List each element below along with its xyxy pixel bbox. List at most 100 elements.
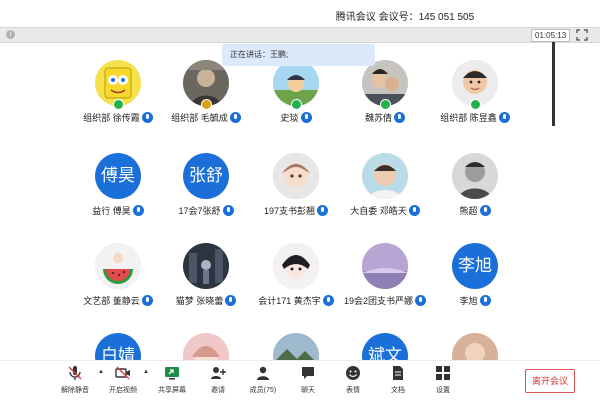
participant-label: 熊超 [425,204,525,217]
participant-avatar: 张舒 [183,153,229,199]
participant-tile[interactable]: 文艺部 董静云 [68,223,168,313]
share-screen-button[interactable]: 共享屏幕 [152,364,192,398]
participant-label: 197支书彭翘 [246,204,346,217]
docs-button[interactable]: 文档 [378,364,418,398]
bottom-toolbar: 解除静音 ▲ 开启视频 ▲ 共享屏幕 邀请 成员(75) 聊天 表情 文档 设置… [0,360,600,401]
emoji-label: 表情 [346,387,360,394]
participant-name: 197支书彭翘 [263,206,316,216]
participant-tile[interactable]: 白婧 [68,313,168,360]
share-screen-label: 共享屏幕 [158,387,186,394]
participant-name: 魏苏倩 [364,113,392,123]
mic-status-icon [322,295,334,306]
participant-tile[interactable]: 会计171 黄杰宇 [246,223,346,313]
participant-label: 组织部 徐传霞 [68,111,168,124]
video-button[interactable]: 开启视频 [103,364,143,398]
participant-label: 魏苏倩 [335,111,435,124]
share-screen-icon [165,367,179,380]
mic-status-icon [408,205,420,216]
participant-avatar: 白婧 [95,333,141,360]
participant-label: 猫梦 张晓蕾 [156,294,256,307]
mic-status-icon [229,112,241,123]
mic-status-icon [317,205,329,216]
members-icon [257,366,269,380]
chat-label: 聊天 [301,387,315,394]
participant-label: 文艺部 董静云 [68,294,168,307]
participant-label: 19会2团支书严娜 [335,294,435,307]
participant-label: 会计171 黄杰宇 [246,294,346,307]
mic-status-icon [300,112,312,123]
fullscreen-icon[interactable] [576,29,588,41]
participant-avatar [273,333,319,360]
participant-tile[interactable]: 李旭 李旭 [425,223,525,313]
title-bar: 腾讯会议 会议号：145 051 505 [0,0,600,27]
participant-label: 史琰 [246,111,346,124]
mic-status-icon [222,205,234,216]
invite-button[interactable]: 邀请 [198,364,238,398]
mic-status-icon [479,205,491,216]
participant-tile[interactable] [246,313,346,360]
participant-name: 组织部 陈昱鑫 [440,113,497,123]
participant-name: 会计171 黄杰宇 [258,296,321,306]
video-off-icon [115,366,130,380]
participant-label: 17会7张舒 [156,204,256,217]
invite-label: 邀请 [211,387,225,394]
participant-tile[interactable] [425,313,525,360]
participant-tile[interactable]: 组织部 陈昱鑫 [425,40,525,130]
speaking-indicator: 正在讲话：王鹏; [222,44,375,66]
host-badge-icon [380,99,391,110]
info-icon[interactable]: i [6,30,15,39]
grid-scrollbar[interactable] [552,42,555,126]
participant-avatar [183,243,229,289]
participant-avatar [273,243,319,289]
participant-name: 19会2团支书严娜 [343,296,414,306]
mic-status-icon [479,295,491,306]
settings-button[interactable]: 设置 [423,364,463,398]
mic-status-icon [498,112,510,123]
participant-label: 大自委 邓皓天 [335,204,435,217]
host-badge-icon [113,99,124,110]
participant-name: 17会7张舒 [178,206,221,216]
mute-button[interactable]: 解除静音 [55,364,95,398]
members-label: 成员(75) [249,387,277,394]
avatar-image [273,333,319,360]
members-button[interactable]: 成员(75) [243,364,283,398]
participant-tile[interactable]: 傅昊 益行 傅昊 [68,133,168,223]
chat-button[interactable]: 聊天 [288,364,328,398]
mic-status-icon [141,112,153,123]
participant-avatar: 傅昊 [95,153,141,199]
mic-off-icon [68,366,82,380]
participant-tile[interactable]: 猫梦 张晓蕾 [156,223,256,313]
participant-tile[interactable]: 19会2团支书严娜 [335,223,435,313]
participant-tile[interactable]: 组织部 徐传霞 [68,40,168,130]
emoji-icon [346,366,360,380]
leave-meeting-button[interactable]: 离开会议 [525,369,575,393]
mute-label: 解除静音 [61,387,89,394]
video-label: 开启视频 [109,387,137,394]
emoji-button[interactable]: 表情 [333,364,373,398]
docs-label: 文档 [391,387,405,394]
participant-name: 大自委 邓皓天 [350,206,407,216]
video-options-caret[interactable]: ▲ [143,369,149,375]
participant-tile[interactable] [156,313,256,360]
participant-name: 组织部 毛毓成 [171,113,228,123]
avatar-image [362,153,408,199]
participant-label: 益行 傅昊 [68,204,168,217]
settings-label: 设置 [436,387,450,394]
participant-name: 史琰 [280,113,299,123]
participant-label: 李旭 [425,294,525,307]
avatar-image [452,153,498,199]
avatar-image [273,243,319,289]
participant-tile[interactable]: 熊超 [425,133,525,223]
participant-name: 组织部 徐传霞 [83,113,140,123]
participant-avatar [183,333,229,360]
settings-grid-icon [436,366,450,380]
participant-tile[interactable]: 197支书彭翘 [246,133,346,223]
participant-name: 猫梦 张晓蕾 [175,296,224,306]
participant-tile[interactable]: 大自委 邓皓天 [335,133,435,223]
participant-tile[interactable]: 斌文 [335,313,435,360]
participant-tile[interactable]: 张舒 17会7张舒 [156,133,256,223]
cohost-badge-icon [201,99,212,110]
participant-name: 文艺部 董静云 [83,296,140,306]
avatar-image [95,243,141,289]
avatar-image [362,243,408,289]
